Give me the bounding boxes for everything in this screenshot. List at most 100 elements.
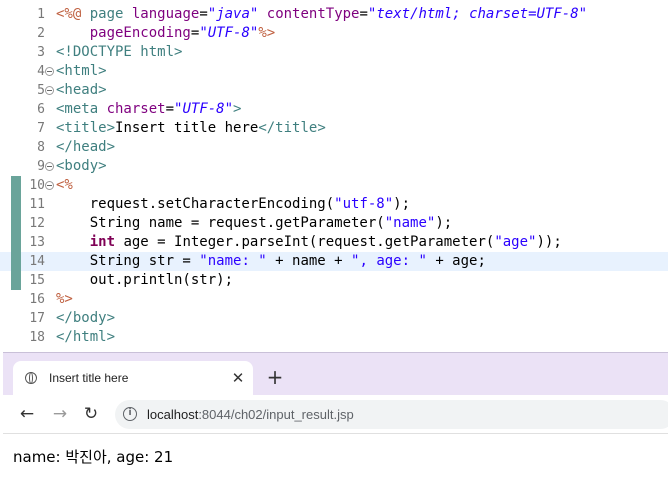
fold-toggle-icon[interactable]: [45, 86, 54, 95]
browser-tab[interactable]: Insert title here ✕: [13, 361, 253, 395]
url-path: :8044/ch02/input_result.jsp: [198, 407, 354, 422]
code-line[interactable]: 11 request.setCharacterEncoding("utf-8")…: [0, 195, 668, 214]
back-arrow-icon[interactable]: ←: [17, 404, 37, 424]
code-token: language: [131, 6, 200, 22]
code-line[interactable]: 14 String str = "name: " + name + ", age…: [0, 252, 668, 271]
code-token: <html>: [56, 63, 107, 79]
code-token: "UTF-8": [174, 101, 234, 117]
code-token: </html>: [56, 329, 116, 345]
forward-arrow-icon[interactable]: →: [50, 404, 70, 424]
change-marker: [11, 271, 21, 290]
line-number: 9: [37, 159, 45, 174]
code-token: "name": [384, 215, 436, 231]
change-marker: [11, 233, 21, 252]
code-token: + age;: [426, 253, 486, 269]
code-text: </head>: [56, 138, 115, 157]
tab-strip: Insert title here ✕ +: [3, 353, 668, 395]
code-token: request.setCharacterEncoding(: [56, 196, 335, 212]
code-token: out.println(str);: [56, 272, 234, 288]
fold-toggle-icon[interactable]: [45, 67, 54, 76]
code-text: String name = request.getParameter("name…: [56, 214, 452, 233]
code-token: pageEncoding: [89, 25, 191, 41]
reload-icon[interactable]: ↻: [81, 404, 101, 424]
close-tab-icon[interactable]: ✕: [229, 369, 247, 387]
code-line[interactable]: 5 <head>: [0, 81, 668, 100]
code-token: int: [89, 234, 116, 250]
tab-title: Insert title here: [49, 371, 129, 385]
code-token: <body>: [56, 158, 107, 174]
change-marker: [11, 176, 21, 195]
code-line[interactable]: 12 String name = request.getParameter("n…: [0, 214, 668, 233]
code-token: <%@: [56, 6, 90, 22]
code-line[interactable]: 3 <!DOCTYPE html>: [0, 43, 668, 62]
code-text: String str = "name: " + name + ", age: "…: [56, 252, 486, 271]
code-token: age = Integer.parseInt(request.getParame…: [115, 234, 495, 250]
line-number: 8: [37, 140, 45, 155]
change-marker: [11, 195, 21, 214]
page-output-text: name: 박진아, age: 21: [13, 448, 174, 466]
line-number: 1: [37, 7, 45, 22]
code-line[interactable]: 9 <body>: [0, 157, 668, 176]
code-line[interactable]: 13 int age = Integer.parseInt(request.ge…: [0, 233, 668, 252]
url-text: localhost:8044/ch02/input_result.jsp: [147, 400, 354, 429]
line-number: 3: [37, 45, 45, 60]
change-marker: [11, 252, 21, 271]
code-text: <meta charset="UTF-8">: [56, 100, 241, 119]
new-tab-button[interactable]: +: [265, 367, 285, 387]
line-number: 14: [29, 254, 45, 269]
url-host: localhost: [147, 407, 199, 422]
code-text: <html>: [56, 62, 107, 81]
code-token: "name: ": [199, 253, 267, 269]
line-number: 12: [29, 216, 45, 231]
code-line[interactable]: 10 <%: [0, 176, 668, 195]
code-text: <head>: [56, 81, 107, 100]
info-icon[interactable]: i: [123, 407, 137, 421]
code-token: </head>: [56, 139, 116, 155]
code-line[interactable]: 7 <title>Insert title here</title>: [0, 119, 668, 138]
code-line[interactable]: 16 %>: [0, 290, 668, 309]
code-token: "text/html; charset=UTF-8": [367, 6, 588, 22]
change-marker: [11, 214, 21, 233]
code-token: contentType: [266, 6, 360, 22]
code-token: );: [435, 215, 453, 231]
page-content: name: 박진아, age: 21: [3, 434, 668, 480]
line-number: 6: [37, 102, 45, 117]
address-bar[interactable]: i localhost:8044/ch02/input_result.jsp: [115, 400, 668, 429]
fold-toggle-icon[interactable]: [45, 162, 54, 171]
code-text: %>: [56, 290, 73, 309]
browser-toolbar: ← → ↻ i localhost:8044/ch02/input_result…: [3, 395, 668, 434]
code-text: <title>Insert title here</title>: [56, 119, 326, 138]
code-line[interactable]: 18 </html>: [0, 328, 668, 347]
code-token: %>: [258, 25, 276, 41]
line-number: 4: [37, 64, 45, 79]
code-editor[interactable]: 1 <%@ page language="java" contentType="t…: [0, 0, 668, 352]
code-line[interactable]: 15 out.println(str);: [0, 271, 668, 290]
code-token: charset: [106, 101, 166, 117]
code-token: "age": [494, 234, 537, 250]
code-line[interactable]: 17 </body>: [0, 309, 668, 328]
code-line[interactable]: 6 <meta charset="UTF-8">: [0, 100, 668, 119]
code-token: </title>: [258, 120, 326, 136]
code-text: </body>: [56, 309, 115, 328]
code-line[interactable]: 2 pageEncoding="UTF-8"%>: [0, 24, 668, 43]
code-text: request.setCharacterEncoding("utf-8");: [56, 195, 410, 214]
line-number: 17: [29, 311, 45, 326]
code-line[interactable]: 4 <html>: [0, 62, 668, 81]
line-number: 18: [29, 330, 45, 345]
code-line[interactable]: 1 <%@ page language="java" contentType="t…: [0, 5, 668, 24]
code-token: page: [89, 6, 132, 22]
code-token: + name +: [266, 253, 352, 269]
code-token: String name = request.getParameter(: [56, 215, 385, 231]
fold-toggle-icon[interactable]: [45, 181, 54, 190]
code-token: String str =: [56, 253, 200, 269]
code-token: ));: [536, 234, 562, 250]
line-number: 10: [29, 178, 45, 193]
code-text: <%@ page language="java" contentType="te…: [56, 5, 587, 24]
code-token: >: [233, 101, 242, 117]
code-text: <body>: [56, 157, 107, 176]
code-line[interactable]: 8 </head>: [0, 138, 668, 157]
code-token: </body>: [56, 310, 116, 326]
code-text: int age = Integer.parseInt(request.getPa…: [56, 233, 562, 252]
